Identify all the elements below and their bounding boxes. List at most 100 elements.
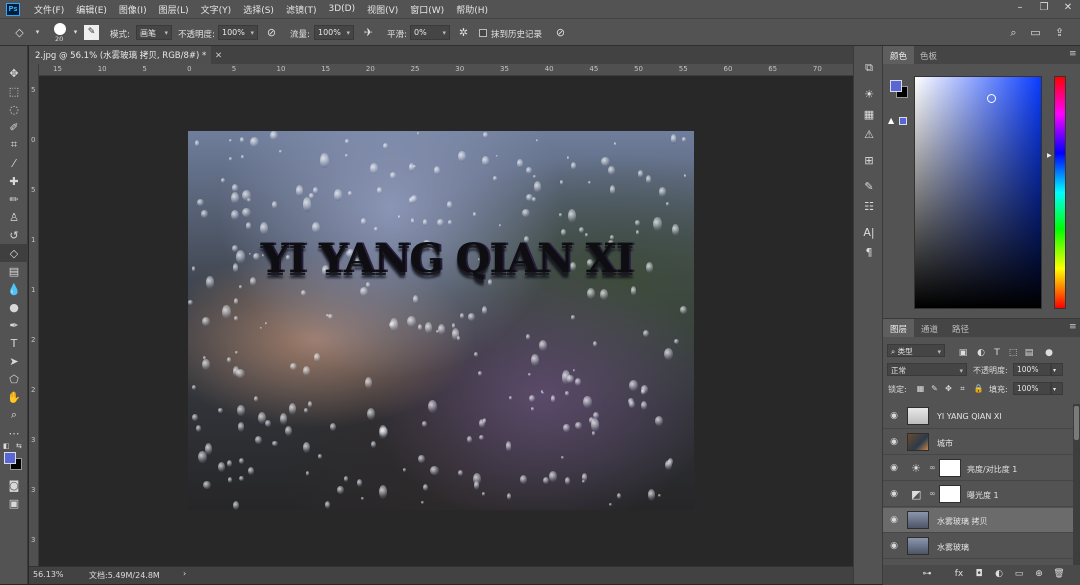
eye-icon[interactable]: ◉ xyxy=(889,411,899,421)
layer-row[interactable]: ◉ 水雾玻璃 xyxy=(883,534,1073,559)
search-icon[interactable]: ⌕ xyxy=(1006,25,1021,40)
libraries-panel-icon[interactable]: ▦ xyxy=(854,104,884,124)
dodge-tool-icon[interactable]: ● xyxy=(0,298,28,316)
mode-select[interactable]: 画笔 ▾ xyxy=(136,25,172,40)
path-select-tool-icon[interactable]: ➤ xyxy=(0,352,28,370)
lock-artboard-icon[interactable]: ⌗ xyxy=(957,384,968,395)
filter-adjustment-icon[interactable]: ◐ xyxy=(975,348,987,360)
healing-brush-tool-icon[interactable]: ✚ xyxy=(0,172,28,190)
tab-color[interactable]: 颜色 xyxy=(883,46,915,64)
layer-row[interactable]: ◉ ☀ ∞ 亮度/对比度 1 xyxy=(883,456,1073,481)
eye-icon[interactable]: ◉ xyxy=(889,463,899,473)
layer-row[interactable]: ◉ 城市 xyxy=(883,430,1073,455)
new-layer-icon[interactable]: ⊕ xyxy=(1033,569,1045,581)
menu-view[interactable]: 视图(V) xyxy=(361,3,404,16)
close-tab-icon[interactable]: ✕ xyxy=(215,51,222,61)
brush-tool-icon[interactable]: ✏ xyxy=(0,190,28,208)
filter-pixel-icon[interactable]: ▣ xyxy=(957,348,969,360)
type-tool-icon[interactable]: T xyxy=(0,334,28,352)
layer-row[interactable]: ◉ 水雾玻璃 拷贝 xyxy=(883,508,1073,533)
history-panel-icon[interactable]: ⧉ xyxy=(854,58,884,78)
menu-layer[interactable]: 图层(L) xyxy=(153,3,195,16)
new-adjustment-icon[interactable]: ◐ xyxy=(993,569,1005,581)
opacity-field[interactable]: 100% ▾ xyxy=(218,25,258,40)
history-brush-tool-icon[interactable]: ↺ xyxy=(0,226,28,244)
character-panel-icon[interactable]: A| xyxy=(854,222,884,242)
filter-type-icon[interactable]: T xyxy=(991,348,1003,360)
airbrush-icon[interactable]: ✈ xyxy=(361,25,376,40)
layer-thumbnail[interactable] xyxy=(907,537,929,555)
eraser-tool-icon[interactable]: ◇ xyxy=(0,244,28,262)
eye-icon[interactable]: ◉ xyxy=(889,541,899,551)
add-mask-icon[interactable]: ◘ xyxy=(973,569,985,581)
layer-scrollbar-thumb[interactable] xyxy=(1074,406,1079,440)
gamut-color-chip[interactable] xyxy=(899,117,907,125)
layer-style-icon[interactable]: fx xyxy=(953,569,965,581)
layer-row[interactable]: ◉ ◩ ∞ 曝光度 1 xyxy=(883,482,1073,507)
color-picker-handle[interactable] xyxy=(987,94,996,103)
pen-tool-icon[interactable]: ✒ xyxy=(0,316,28,334)
shape-tool-icon[interactable]: ⬠ xyxy=(0,370,28,388)
menu-window[interactable]: 窗口(W) xyxy=(404,3,450,16)
blur-tool-icon[interactable]: 💧 xyxy=(0,280,28,298)
link-layers-icon[interactable]: ⊶ xyxy=(921,569,933,581)
document-image[interactable]: YI YANG QIAN XI xyxy=(188,131,694,510)
lock-position-icon[interactable]: ✥ xyxy=(943,384,954,395)
layer-thumbnail[interactable] xyxy=(907,433,929,451)
clone-stamp-tool-icon[interactable]: ♙ xyxy=(0,208,28,226)
menu-select[interactable]: 选择(S) xyxy=(237,3,280,16)
share-icon[interactable]: ⇪ xyxy=(1052,25,1067,40)
color-field[interactable] xyxy=(914,76,1042,309)
swap-colors-icon[interactable]: ⇆ xyxy=(16,442,22,450)
hue-slider-handle[interactable]: ▶ xyxy=(1047,152,1052,159)
color-swatches[interactable]: ◧ ⇆ xyxy=(0,442,28,476)
brush-preview-icon[interactable] xyxy=(54,23,66,35)
delete-layer-icon[interactable]: 🗑 xyxy=(1053,569,1065,581)
zoom-tool-icon[interactable]: ⌕ xyxy=(0,406,28,424)
quick-select-tool-icon[interactable]: ✐ xyxy=(0,118,28,136)
menu-help[interactable]: 帮助(H) xyxy=(450,3,494,16)
zoom-level[interactable]: 56.13% xyxy=(33,570,64,579)
link-icon[interactable]: ∞ xyxy=(929,489,936,498)
lock-all-icon[interactable]: 🔒 xyxy=(973,384,984,395)
lasso-tool-icon[interactable]: ◌ xyxy=(0,100,28,118)
layer-filter-select[interactable]: ⌕ 类型 ▾ xyxy=(887,344,945,357)
properties-panel-icon[interactable]: ⊞ xyxy=(854,150,884,170)
default-colors-icon[interactable]: ◧ xyxy=(3,442,10,450)
layer-mask-thumbnail[interactable] xyxy=(939,485,961,503)
layer-thumbnail[interactable] xyxy=(907,407,929,425)
minimize-icon[interactable]: – xyxy=(1008,2,1032,13)
filter-toggle-icon[interactable]: ● xyxy=(1043,348,1055,360)
brush-settings-icon[interactable]: ✎ xyxy=(84,25,99,40)
fill-field[interactable]: 100% xyxy=(1013,382,1051,395)
menu-type[interactable]: 文字(Y) xyxy=(195,3,238,16)
pressure-size-icon[interactable]: ⊘ xyxy=(553,25,568,40)
erase-history-checkbox[interactable] xyxy=(479,29,487,37)
menu-file[interactable]: 文件(F) xyxy=(28,3,70,16)
restore-icon[interactable]: ❐ xyxy=(1032,2,1056,13)
warning-icon[interactable]: ⚠ xyxy=(854,124,884,144)
panel-menu-icon[interactable]: ≡ xyxy=(1069,49,1077,59)
tab-layers[interactable]: 图层 xyxy=(883,319,915,337)
chevron-down-icon[interactable]: ▾ xyxy=(68,25,83,40)
foreground-color-chip[interactable] xyxy=(890,80,902,92)
adjustments-panel-icon[interactable]: ☀ xyxy=(854,84,884,104)
gradient-tool-icon[interactable]: ▤ xyxy=(0,262,28,280)
more-tools-icon[interactable]: ⋯ xyxy=(0,424,28,442)
out-of-gamut-warning-icon[interactable]: ▲ xyxy=(888,116,894,125)
new-group-icon[interactable]: ▭ xyxy=(1013,569,1025,581)
chevron-down-icon[interactable]: ▾ xyxy=(30,25,45,40)
brush-settings-panel-icon[interactable]: ☷ xyxy=(854,196,884,216)
pressure-opacity-icon[interactable]: ⊘ xyxy=(264,25,279,40)
layer-opacity-field[interactable]: 100% xyxy=(1013,363,1051,376)
crop-tool-icon[interactable]: ⌗ xyxy=(0,136,28,154)
layer-row[interactable]: ◉ YI YANG QIAN XI xyxy=(883,404,1073,429)
flow-field[interactable]: 100% ▾ xyxy=(314,25,354,40)
lock-transparent-icon[interactable]: ▦ xyxy=(915,384,926,395)
menu-3d[interactable]: 3D(D) xyxy=(322,4,361,14)
eye-icon[interactable]: ◉ xyxy=(889,489,899,499)
blend-mode-select[interactable]: 正常 ▾ xyxy=(887,363,967,376)
menu-edit[interactable]: 编辑(E) xyxy=(70,3,113,16)
smoothing-field[interactable]: 0% ▾ xyxy=(410,25,450,40)
menu-image[interactable]: 图像(I) xyxy=(113,3,153,16)
